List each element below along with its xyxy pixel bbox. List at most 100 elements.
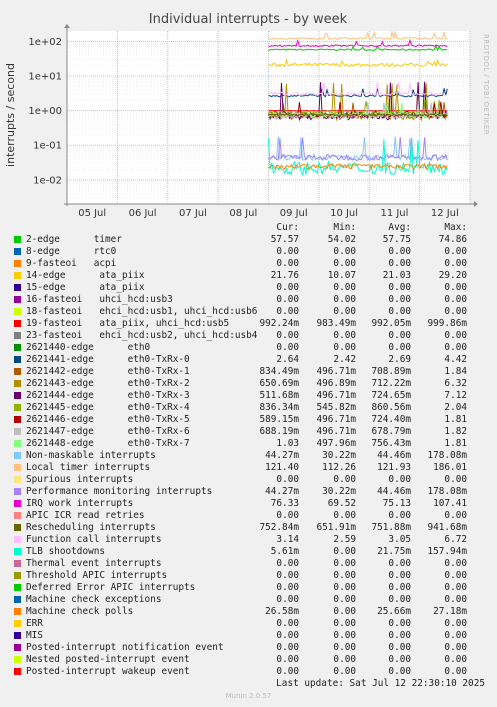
legend-row: Machine check exceptions 0.00 0.00 0.00 0.00 <box>14 594 492 606</box>
legend-cur: 650.69m <box>259 378 299 389</box>
legend-row: Non-maskable interrupts 44.27m 30.22m 44.46… <box>14 450 492 462</box>
x-tick-label: 07 Jul <box>179 208 207 219</box>
header-avg: Avg: <box>388 222 411 233</box>
legend-max: 0.00 <box>444 258 467 269</box>
legend-cur: 44.27m <box>265 450 299 461</box>
legend-max: 0.00 <box>444 582 467 593</box>
legend-min: 0.00 <box>333 558 356 569</box>
legend-label: Machine check exceptions <box>26 594 162 605</box>
legend-cur: 511.68m <box>259 390 299 401</box>
legend-label: 2621441-edge eth0-TxRx-0 <box>26 354 190 365</box>
legend-avg: 21.03 <box>382 270 411 281</box>
legend-label: Spurious interrupts <box>26 474 134 485</box>
legend-row: MIS 0.00 0.00 0.00 0.00 <box>14 630 492 642</box>
legend-min: 496.71m <box>316 366 356 377</box>
legend-max: 0.00 <box>444 282 467 293</box>
legend-max: 0.00 <box>444 510 467 521</box>
legend-swatch <box>14 596 21 603</box>
legend-cur: 5.61m <box>270 546 299 557</box>
legend-label: 15-edge ata_piix <box>26 282 145 293</box>
legend-avg: 678.79m <box>371 426 411 437</box>
chart-title: Individual interrupts - by week <box>149 12 348 27</box>
legend-cur: 2.64 <box>276 354 299 365</box>
legend-row: 2621444-edge eth0-TxRx-3 511.68m 496.71m 72… <box>14 390 492 402</box>
legend-avg: 44.46m <box>377 486 411 497</box>
legend-avg: 0.00 <box>388 642 411 653</box>
legend-min: 545.82m <box>316 402 356 413</box>
legend-swatch <box>14 464 21 471</box>
legend-avg: 0.00 <box>388 306 411 317</box>
legend-label: Posted-interrupt notification event <box>26 642 224 653</box>
legend-row: 18-fasteoi ehci_hcd:usb1, uhci_hcd:usb6 0… <box>14 306 492 318</box>
legend-row: Posted-interrupt wakeup event 0.00 0.00 0.0… <box>14 666 492 678</box>
legend-avg: 724.40m <box>371 414 411 425</box>
legend-swatch <box>14 356 21 363</box>
legend-cur: 76.33 <box>270 498 299 509</box>
legend-label: 2621448-edge eth0-TxRx-7 <box>26 438 190 449</box>
legend-row: Posted-interrupt notification event 0.00 0… <box>14 642 492 654</box>
legend-swatch <box>14 476 21 483</box>
legend-row: 2621446-edge eth0-TxRx-5 589.15m 496.71m 72… <box>14 414 492 426</box>
legend-avg: 25.66m <box>377 606 411 617</box>
legend-row: Local timer interrupts 121.40 112.26 121.93… <box>14 462 492 474</box>
legend-avg: 3.05 <box>388 534 411 545</box>
legend-row: 2621442-edge eth0-TxRx-1 834.49m 496.71m 70… <box>14 366 492 378</box>
legend-swatch <box>14 440 21 447</box>
legend-row: 16-fasteoi uhci_hcd:usb3 0.00 0.00 0.00 0.00 <box>14 294 492 306</box>
legend-max: 4.42 <box>444 354 467 365</box>
y-tick-label: 1e+00 <box>28 106 62 117</box>
legend-label: Threshold APIC interrupts <box>26 570 168 581</box>
legend-row: 23-fasteoi ehci_hcd:usb2, uhci_hcd:usb4 0… <box>14 330 492 342</box>
legend-min: 0.00 <box>333 282 356 293</box>
legend-row: Rescheduling interrupts 752.84m 651.91m 751… <box>14 522 492 534</box>
legend-avg: 708.89m <box>371 366 411 377</box>
legend-swatch <box>14 584 21 591</box>
legend-max: 0.00 <box>444 294 467 305</box>
y-axis-label: interrupts / second <box>4 63 17 167</box>
y-tick-label: 1e+01 <box>28 72 62 83</box>
legend-max: 0.00 <box>444 246 467 257</box>
legend-max: 186.01 <box>433 462 467 473</box>
legend-min: 2.42 <box>333 354 356 365</box>
legend-max: 6.32 <box>444 378 467 389</box>
legend-max: 157.94m <box>427 546 467 557</box>
legend-max: 178.08m <box>427 486 467 497</box>
legend-max: 27.18m <box>433 606 467 617</box>
legend-label: 19-fasteoi ata_piix, uhci_hcd:usb5 <box>26 318 230 329</box>
y-tick-labels: 1e+02 1e+01 1e+00 1e-01 1e-02 <box>28 37 62 186</box>
legend-swatch <box>14 392 21 399</box>
legend-avg: 0.00 <box>388 654 411 665</box>
legend-cur: 0.00 <box>276 594 299 605</box>
legend-label: 18-fasteoi ehci_hcd:usb1, uhci_hcd:usb6 <box>26 306 258 317</box>
legend-min: 0.00 <box>333 294 356 305</box>
legend-label: Nested posted-interrupt event <box>26 654 190 665</box>
legend-swatch <box>14 608 21 615</box>
legend-label: 2-edge timer <box>26 234 122 245</box>
header-max: Max: <box>444 222 467 233</box>
legend-cur: 836.34m <box>259 402 299 413</box>
legend-min: 0.00 <box>333 630 356 641</box>
legend-min: 54.02 <box>327 234 356 245</box>
chart: Individual interrupts - by week interrup… <box>4 12 490 219</box>
legend-label: Machine check polls <box>26 606 134 617</box>
legend-label: 2621442-edge eth0-TxRx-1 <box>26 366 190 377</box>
legend-swatch <box>14 344 21 351</box>
legend-row: 15-edge ata_piix 0.00 0.00 0.00 0.00 <box>14 282 492 294</box>
legend-min: 0.00 <box>333 306 356 317</box>
legend-label: Rescheduling interrupts <box>26 522 156 533</box>
legend-max: 107.41 <box>433 498 467 509</box>
legend-min: 0.00 <box>333 666 356 677</box>
last-update: Last update: Sat Jul 12 22:30:10 2025 <box>276 678 485 689</box>
legend-label: Deferred Error APIC interrupts <box>26 582 196 593</box>
legend-min: 2.59 <box>333 534 356 545</box>
legend-swatch <box>14 500 21 507</box>
legend-label: Thermal event interrupts <box>26 558 162 569</box>
legend-avg: 0.00 <box>388 618 411 629</box>
legend-row: 2621447-edge eth0-TxRx-6 688.19m 496.71m 67… <box>14 426 492 438</box>
legend-row: 8-edge rtc0 0.00 0.00 0.00 0.00 <box>14 246 492 258</box>
legend-min: 0.00 <box>333 246 356 257</box>
legend-row: 14-edge ata_piix 21.76 10.07 21.03 29.20 <box>14 270 492 282</box>
legend-swatch <box>14 452 21 459</box>
legend-max: 6.72 <box>444 534 467 545</box>
legend-avg: 57.75 <box>382 234 411 245</box>
